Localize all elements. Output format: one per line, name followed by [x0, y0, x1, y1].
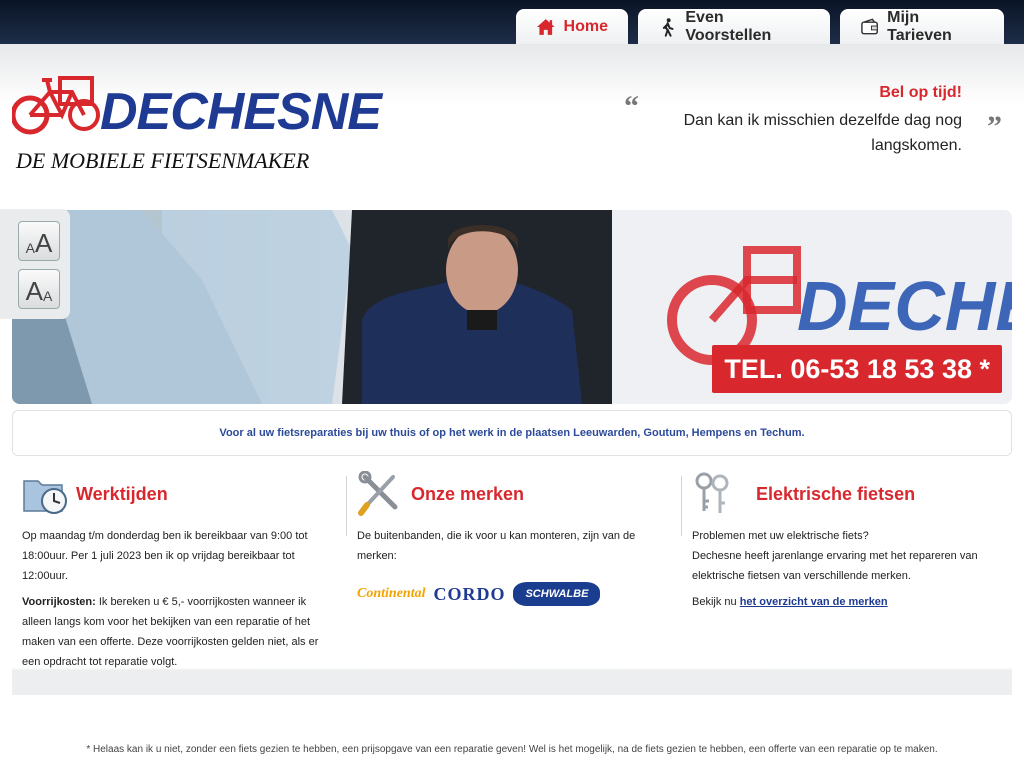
column-text: De buitenbanden, die ik voor u kan monte… [357, 526, 667, 566]
brand-schwalbe: SCHWALBE [513, 582, 601, 606]
info-columns: Werktijden Op maandag t/m donderdag ben … [12, 470, 1012, 695]
header: DECHESNE DE MOBIELE FIETSENMAKER “ Bel o… [0, 44, 1024, 209]
van-logo-text: DECHESNE [797, 267, 1012, 345]
service-area-strip: Voor al uw fietsreparaties bij uw thuis … [12, 410, 1012, 456]
column-header: Werktijden [22, 470, 332, 518]
open-quote-mark: “ [624, 90, 639, 123]
column-title: Onze merken [411, 483, 525, 504]
increase-font-button[interactable]: A A [18, 269, 60, 309]
brand-logos: Continental CORDO SCHWALBE [357, 582, 667, 606]
quote-box: “ Bel op tijd! Dan kan ik misschien deze… [622, 80, 1002, 170]
column-header: Elektrische fietsen [692, 470, 1002, 518]
column-text: Problemen met uw elektrische fiets? Dech… [692, 526, 1002, 612]
service-area-text: Voor al uw fietsreparaties bij uw thuis … [219, 427, 805, 439]
column-onze-merken: Onze merken De buitenbanden, die ik voor… [357, 470, 667, 668]
tab-home[interactable]: Home [516, 9, 628, 44]
quote-title: Bel op tijd! [879, 84, 962, 101]
voorrijkosten-label: Voorrijkosten: [22, 596, 96, 608]
tab-even-voorstellen[interactable]: Even Voorstellen [638, 9, 830, 44]
column-header: Onze merken [357, 470, 667, 518]
werktijden-hours: Op maandag t/m donderdag ben ik bereikba… [22, 530, 308, 582]
wallet-icon [861, 17, 878, 34]
column-text: Op maandag t/m donderdag ben ik bereikba… [22, 526, 332, 672]
font-increase-big-letter: A [25, 276, 43, 306]
e-bike-experience: Dechesne heeft jarenlange ervaring met h… [692, 550, 978, 582]
footnote: * Helaas kan ik u niet, zonder een fiets… [86, 744, 938, 755]
tab-mijn-tarieven[interactable]: Mijn Tarieven [840, 9, 1004, 44]
home-icon [536, 18, 555, 35]
main-nav: Home Even Voorstellen Mijn Tarieven [516, 9, 1004, 44]
quote-text: Dan kan ik misschien dezelfde dag nog la… [683, 112, 962, 154]
tab-home-label: Home [563, 17, 608, 35]
phone-number[interactable]: TEL. 06-53 18 53 38 * [712, 345, 1002, 393]
column-elektrische-fietsen: Elektrische fietsen Problemen met uw ele… [692, 470, 1002, 668]
column-werktijden: Werktijden Op maandag t/m donderdag ben … [22, 470, 332, 668]
decrease-font-button[interactable]: A A [18, 221, 60, 261]
logo[interactable]: DECHESNE DE MOBIELE FIETSENMAKER [12, 70, 382, 180]
column-title: Werktijden [76, 483, 168, 504]
logo-wordmark: DECHESNE [100, 83, 382, 141]
bicycle-logo-icon [12, 76, 100, 135]
e-bike-link-prefix: Bekijk nu [692, 596, 737, 608]
column-title: Elektrische fietsen [756, 483, 916, 504]
font-decrease-big-letter: A [35, 228, 53, 258]
walking-person-icon [662, 17, 674, 37]
e-bike-question: Problemen met uw elektrische fiets? [692, 530, 869, 542]
e-bike-link-line: Bekijk nu het overzicht van de merken [692, 592, 1002, 612]
hero-banner: DECHESNE TEL. 06-53 18 53 38 * [12, 210, 1012, 404]
top-bar: Home Even Voorstellen Mijn Tarieven [0, 0, 1024, 44]
font-decrease-small-letter: A [25, 240, 35, 256]
column-divider [346, 476, 347, 536]
keys-icon [695, 472, 729, 513]
brand-cordo: CORDO [433, 583, 506, 604]
brand-continental: Continental [357, 586, 426, 601]
tab-even-voorstellen-label: Even Voorstellen [685, 8, 772, 44]
close-quote-mark: ” [987, 110, 1002, 143]
merken-text: De buitenbanden, die ik voor u kan monte… [357, 530, 636, 562]
tools-icon [358, 471, 398, 516]
column-divider [681, 476, 682, 536]
font-size-controls: A A A A [0, 209, 70, 319]
voorrijkosten-paragraph: Voorrijkosten: Ik bereken u € 5,- voorri… [22, 592, 332, 672]
font-increase-small-letter: A [43, 288, 53, 304]
folder-clock-icon [23, 480, 67, 514]
logo-subtitle: DE MOBIELE FIETSENMAKER [16, 148, 310, 173]
tab-mijn-tarieven-label: Mijn Tarieven [887, 8, 952, 44]
brands-overview-link[interactable]: het overzicht van de merken [740, 596, 888, 608]
